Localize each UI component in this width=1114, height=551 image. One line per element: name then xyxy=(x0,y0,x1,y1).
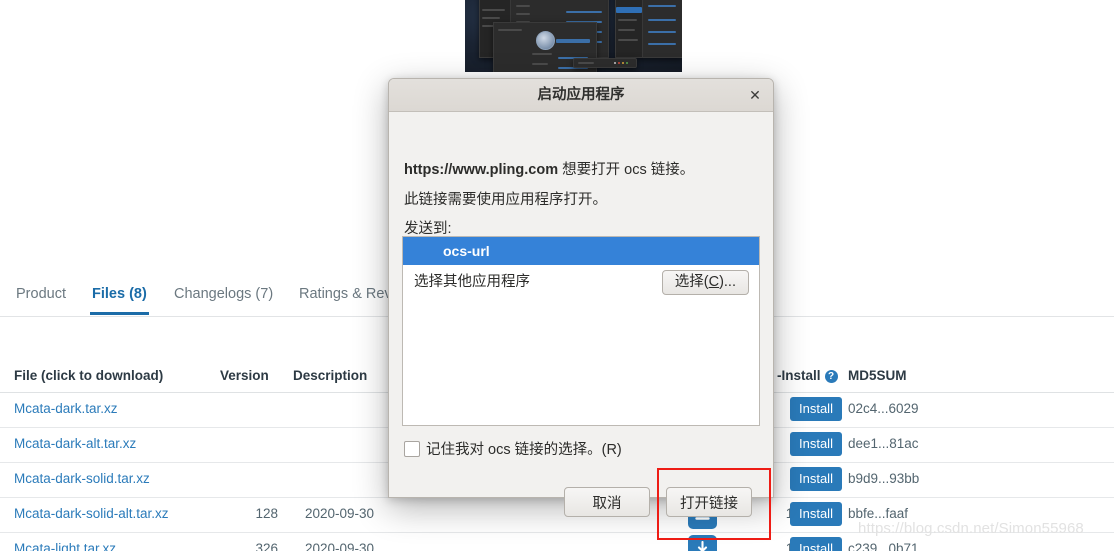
thumb-window-3 xyxy=(615,0,682,58)
close-icon[interactable]: ✕ xyxy=(747,87,763,103)
file-link[interactable]: Mcata-light.tar.xz xyxy=(14,541,116,551)
install-button[interactable]: Install xyxy=(790,467,842,491)
open-link-button[interactable]: 打开链接 xyxy=(666,487,752,517)
install-button[interactable]: Install xyxy=(790,397,842,421)
dialog-message-secondary: 此链接需要使用应用程序打开。 xyxy=(404,192,607,208)
file-date: 2020-09-30 xyxy=(305,506,375,521)
file-version: 326 xyxy=(255,541,278,551)
column-header-version[interactable]: Version xyxy=(220,368,269,383)
file-md5sum: 02c4...6029 xyxy=(848,401,919,416)
install-button[interactable]: Install xyxy=(790,432,842,456)
list-item-ocs-url[interactable]: ocs-url xyxy=(403,237,759,265)
origin-url: https://www.pling.com xyxy=(404,162,559,178)
list-item-label: 选择其他应用程序 xyxy=(414,274,530,290)
file-date: 2020-09-30 xyxy=(305,541,375,551)
file-link[interactable]: Mcata-dark-alt.tar.xz xyxy=(14,436,136,451)
thumb-taskbar xyxy=(573,58,637,68)
download-icon[interactable] xyxy=(688,535,717,551)
column-header-md5sum[interactable]: MD5SUM xyxy=(848,368,907,383)
choose-button-accelerator: C xyxy=(708,274,720,290)
cancel-button[interactable]: 取消 xyxy=(564,487,650,517)
dialog-title: 启动应用程序 xyxy=(537,87,625,103)
install-button[interactable]: Install xyxy=(790,537,842,551)
column-header-install: -Install? xyxy=(777,368,838,383)
column-header-install-label: -Install xyxy=(777,368,821,383)
origin-url-suffix: 想要打开 ocs 链接。 xyxy=(558,162,695,178)
dialog-send-to-label: 发送到: xyxy=(404,221,452,237)
remember-choice-label: 记住我对 ocs 链接的选择。(R) xyxy=(426,442,622,458)
file-md5sum: dee1...81ac xyxy=(848,436,919,451)
file-link[interactable]: Mcata-dark-solid.tar.xz xyxy=(14,471,150,486)
dialog-message-primary: https://www.pling.com 想要打开 ocs 链接。 xyxy=(404,158,694,179)
download-glyph xyxy=(697,541,708,551)
list-item-choose-other[interactable]: 选择其他应用程序 选择(C)... xyxy=(403,265,759,299)
column-header-description[interactable]: Description xyxy=(293,368,367,383)
remember-choice-row[interactable]: 记住我对 ocs 链接的选择。(R) xyxy=(404,438,622,459)
file-link[interactable]: Mcata-dark.tar.xz xyxy=(14,401,118,416)
tab-product[interactable]: Product xyxy=(14,274,68,315)
file-md5sum: b9d9...93bb xyxy=(848,471,920,486)
watermark: https://blog.csdn.net/Simon55968 xyxy=(858,520,1084,537)
tab-files[interactable]: Files (8) xyxy=(90,274,149,315)
install-button[interactable]: Install xyxy=(790,502,842,526)
choose-application-button[interactable]: 选择(C)... xyxy=(661,270,749,295)
application-list[interactable]: ocs-url 选择其他应用程序 选择(C)... xyxy=(402,236,760,426)
file-md5sum: c239...0b71 xyxy=(848,541,919,551)
remember-choice-checkbox[interactable] xyxy=(404,441,420,457)
dialog-titlebar[interactable]: 启动应用程序 ✕ xyxy=(389,79,773,112)
file-md5sum: bbfe...faaf xyxy=(848,506,909,521)
tab-changelogs[interactable]: Changelogs (7) xyxy=(172,274,275,315)
file-version: 128 xyxy=(255,506,278,521)
file-link[interactable]: Mcata-dark-solid-alt.tar.xz xyxy=(14,506,169,521)
product-screenshot-thumbnail[interactable] xyxy=(465,0,682,72)
screen: Product Files (8) Changelogs (7) Ratings… xyxy=(0,0,1114,551)
help-circle-icon[interactable]: ? xyxy=(824,370,838,383)
column-header-file[interactable]: File (click to download) xyxy=(14,368,163,383)
launch-application-dialog: 启动应用程序 ✕ https://www.pling.com 想要打开 ocs … xyxy=(388,78,774,540)
list-item-label: ocs-url xyxy=(443,243,490,259)
